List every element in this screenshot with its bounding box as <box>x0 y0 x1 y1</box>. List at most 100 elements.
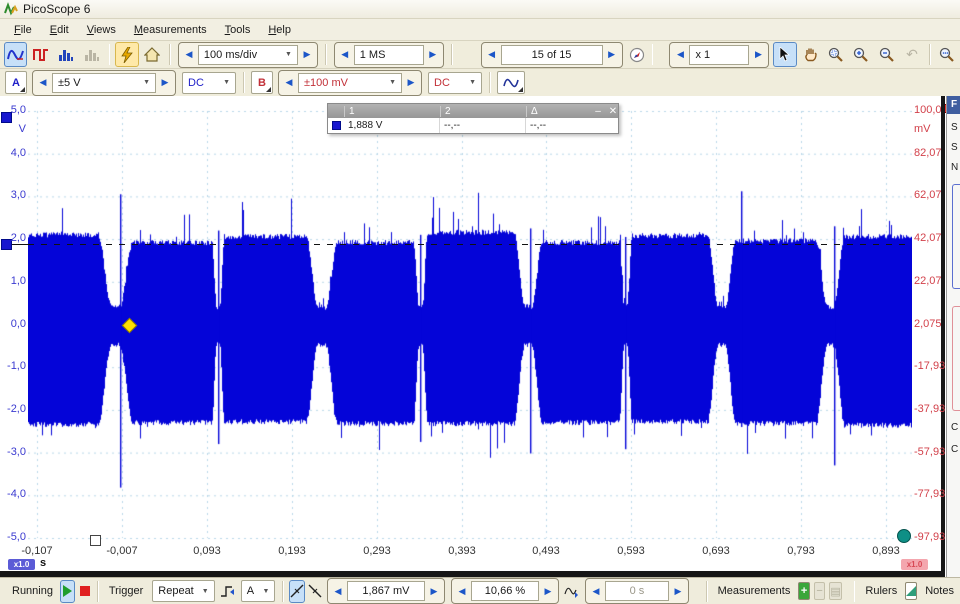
zoom-spinner: ◀ x 1 ▶ <box>669 42 769 68</box>
menu-item-help[interactable]: Help <box>260 22 299 38</box>
timebase-increase-button[interactable]: ▶ <box>298 46 316 64</box>
channel-a-range-increase-button[interactable]: ▶ <box>156 74 174 92</box>
auto-setup-button[interactable] <box>115 42 138 67</box>
channel-a-coupling-select[interactable]: DC ▼ <box>182 72 236 94</box>
post-trigger-toggle-button[interactable] <box>563 580 581 603</box>
menu-bar: FileEditViewsMeasurementsToolsHelp <box>0 19 960 41</box>
pre-trigger-increase-button[interactable]: ▶ <box>539 582 557 600</box>
legend-close-button[interactable]: ✕ <box>604 106 618 117</box>
stop-capture-button[interactable] <box>77 580 92 603</box>
channel-b-menu-button[interactable]: B <box>251 71 273 94</box>
x-axis-tick: 0,793 <box>771 545 831 557</box>
zoom-increase-button[interactable]: ▶ <box>749 46 767 64</box>
spectrum-view-button[interactable] <box>29 42 52 67</box>
post-trigger-field[interactable]: 0 s <box>605 581 669 601</box>
lightning-icon <box>121 47 133 63</box>
magnifier-marquee-icon <box>828 47 844 63</box>
measurements-label: Measurements <box>718 585 791 597</box>
waveform-canvas[interactable] <box>28 96 912 556</box>
post-trigger-decrease-button[interactable]: ◀ <box>587 582 605 600</box>
channel-a-menu-button[interactable]: A <box>5 71 27 94</box>
main-toolbar: ◀ 100 ms/div ▼ ▶ ◀ 1 MS ▶ ◀ 15 of 15 ▶ ◀ <box>0 41 960 69</box>
marquee-zoom-tool-button[interactable] <box>824 42 847 67</box>
advanced-trigger-button[interactable] <box>219 580 237 603</box>
menu-item-views[interactable]: Views <box>79 22 124 38</box>
channel-a-range-decrease-button[interactable]: ◀ <box>34 74 52 92</box>
buffer-next-button[interactable]: ▶ <box>603 46 621 64</box>
channel-b-range-select[interactable]: ±100 mV ▼ <box>298 73 402 93</box>
trigger-mode-select[interactable]: Repeat ▼ <box>152 580 214 602</box>
zoom-decrease-button[interactable]: ◀ <box>671 46 689 64</box>
channel-b-coupling-select[interactable]: DC ▼ <box>428 72 482 94</box>
hand-tool-button[interactable] <box>799 42 822 67</box>
right-axis-tick: 42,07 <box>914 232 944 244</box>
left-axis-tick: -3,0 <box>0 446 26 458</box>
menu-item-measurements[interactable]: Measurements <box>126 22 215 38</box>
home-button[interactable] <box>141 42 164 67</box>
falling-edge-button[interactable] <box>307 580 323 603</box>
legend-minimize-button[interactable]: – <box>588 106 604 117</box>
chevron-down-icon: ▼ <box>285 51 292 58</box>
channel-b-range-decrease-button[interactable]: ◀ <box>280 74 298 92</box>
zoom-field[interactable]: x 1 <box>689 45 749 65</box>
menu-item-edit[interactable]: Edit <box>42 22 77 38</box>
trigger-source-select[interactable]: A ▼ <box>241 580 276 602</box>
zoom-full-view-button[interactable] <box>936 42 959 67</box>
right-axis-tick: -17,93 <box>914 360 944 372</box>
x-axis-tick: 0,293 <box>347 545 407 557</box>
pre-trigger-decrease-button[interactable]: ◀ <box>453 582 471 600</box>
buffer-field[interactable]: 15 of 15 <box>501 45 603 65</box>
signal-ruler-tail <box>12 244 28 245</box>
menu-item-tools[interactable]: Tools <box>217 22 259 38</box>
channel-a-range-spinner: ◀ ±5 V ▼ ▶ <box>32 70 176 96</box>
channel-separator <box>243 72 245 93</box>
add-measurement-button[interactable]: + <box>798 582 810 600</box>
rising-edge-button[interactable] <box>289 580 305 603</box>
samples-decrease-button[interactable]: ◀ <box>336 46 354 64</box>
channel-b-range-increase-button[interactable]: ▶ <box>402 74 420 92</box>
status-separator <box>282 581 284 602</box>
right-axis-tick: 2,075 <box>914 318 944 330</box>
trigger-level-value: 1,867 mV <box>362 585 409 597</box>
stop-icon <box>80 586 90 596</box>
menu-item-file[interactable]: File <box>6 22 40 38</box>
rulers-label: Rulers <box>865 585 897 597</box>
buffer-navigator-button[interactable] <box>627 43 647 66</box>
timebase-select[interactable]: 100 ms/div ▼ <box>198 45 298 65</box>
rulers-settings-button[interactable] <box>905 582 917 600</box>
persistence-view-button[interactable] <box>55 42 78 67</box>
xy-view-button[interactable] <box>80 42 103 67</box>
trigger-level-field[interactable]: 1,867 mV <box>347 581 425 601</box>
properties-panel-header: F <box>947 96 960 114</box>
ruler-legend[interactable]: 1 2 Δ – ✕ 1,888 V --,-- --,-- <box>327 103 619 134</box>
normal-selection-tool-button[interactable] <box>773 42 796 67</box>
undo-zoom-button[interactable]: ↶ <box>900 42 923 67</box>
toolbar-separator <box>929 44 931 65</box>
buffer-previous-button[interactable]: ◀ <box>483 46 501 64</box>
left-axis-tick: 0,0 <box>0 318 26 330</box>
ruler-value-delta: --,-- <box>526 118 618 133</box>
window-title: PicoScope 6 <box>23 2 90 16</box>
channel-toolbar: A ◀ ±5 V ▼ ▶ DC ▼ B ◀ ±100 mV ▼ ▶ DC ▼ <box>0 69 960 97</box>
edit-measurement-button[interactable]: ▤ <box>829 582 841 600</box>
left-axis-tick: 1,0 <box>0 275 26 287</box>
samples-field[interactable]: 1 MS <box>354 45 424 65</box>
start-capture-button[interactable] <box>60 580 75 603</box>
samples-increase-button[interactable]: ▶ <box>424 46 442 64</box>
scope-view-button[interactable] <box>4 42 27 67</box>
pre-trigger-field[interactable]: 10,66 % <box>471 581 539 601</box>
zoom-in-tool-button[interactable] <box>850 42 873 67</box>
signal-generator-button[interactable] <box>497 71 525 94</box>
timebase-decrease-button[interactable]: ◀ <box>180 46 198 64</box>
compass-icon <box>629 47 645 63</box>
pre-trigger-spinner: ◀ 10,66 % ▶ <box>451 578 559 604</box>
post-trigger-increase-button[interactable]: ▶ <box>669 582 687 600</box>
trigger-level-decrease-button[interactable]: ◀ <box>329 582 347 600</box>
delete-measurement-button[interactable]: − <box>814 582 826 600</box>
zoom-out-tool-button[interactable] <box>875 42 898 67</box>
right-axis-tick: -57,93 <box>914 446 944 458</box>
right-axis-unit: mV <box>914 123 931 135</box>
right-axis-tick: 82,07 <box>914 147 944 159</box>
channel-a-range-select[interactable]: ±5 V ▼ <box>52 73 156 93</box>
trigger-level-increase-button[interactable]: ▶ <box>425 582 443 600</box>
